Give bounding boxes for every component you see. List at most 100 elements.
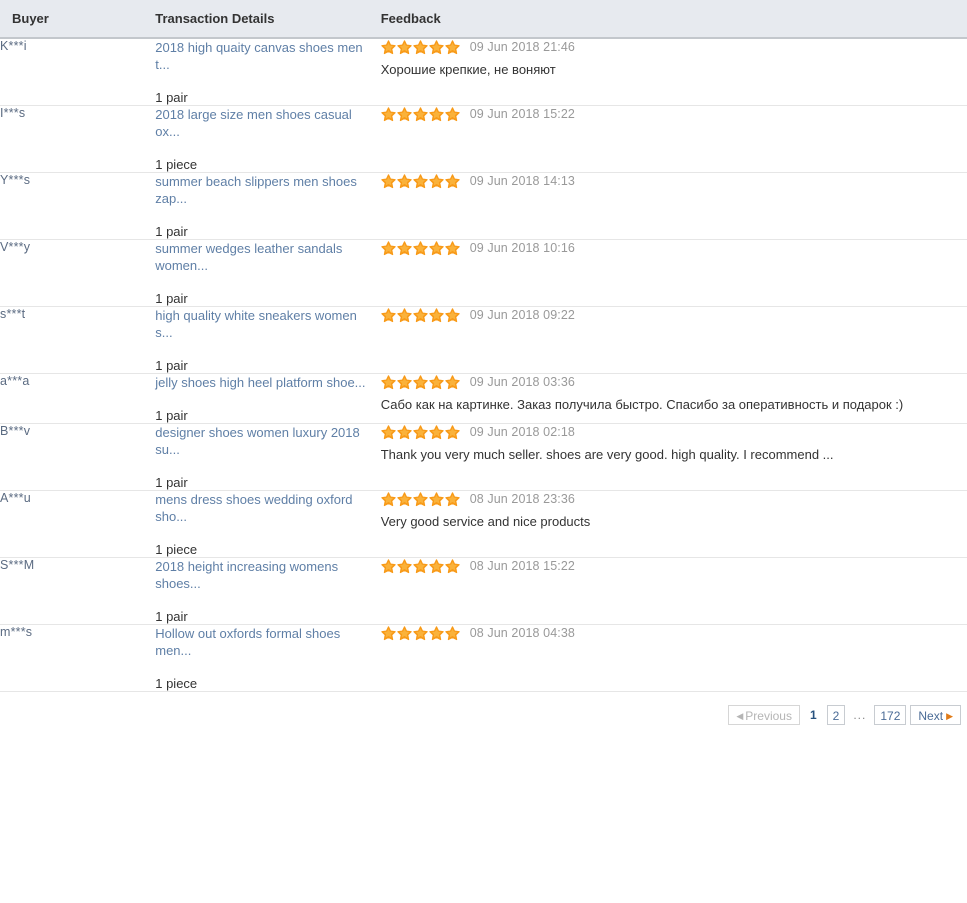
- product-link[interactable]: designer shoes women luxury 2018 su...: [155, 424, 367, 458]
- transaction-details-cell: mens dress shoes wedding oxford sho... 1 …: [155, 491, 380, 558]
- feedback-cell: 09 Jun 2018 03:36 Сабо как на картинке. З…: [381, 374, 967, 424]
- product-link[interactable]: summer wedges leather sandals women...: [155, 240, 367, 274]
- rating-stars: [381, 424, 460, 440]
- item-quantity: 1 piece: [155, 676, 198, 691]
- feedback-header: 08 Jun 2018 23:36: [381, 491, 967, 507]
- product-link[interactable]: 2018 high quaity canvas shoes men t...: [155, 39, 367, 73]
- product-link[interactable]: summer beach slippers men shoes zap...: [155, 173, 367, 207]
- feedback-cell: 09 Jun 2018 02:18 Thank you very much sel…: [381, 424, 967, 491]
- pagination-ellipsis: ...: [853, 707, 867, 722]
- pagination-page-2[interactable]: 2: [826, 704, 846, 725]
- buyer-name: s***t: [0, 307, 26, 321]
- pagination-next-button[interactable]: Next ▶: [910, 704, 961, 725]
- transaction-details-cell: designer shoes women luxury 2018 su... 1 …: [155, 424, 380, 491]
- buyer-cell: m***s: [0, 625, 155, 692]
- table-header: Buyer Transaction Details Feedback: [0, 0, 967, 39]
- star-filled-icon: [397, 240, 412, 255]
- feedback-cell: 09 Jun 2018 14:13: [381, 173, 967, 240]
- table-body: K***i 2018 high quaity canvas shoes men t…: [0, 38, 967, 692]
- buyer-name: B***v: [0, 424, 31, 438]
- feedback-header: 09 Jun 2018 02:18: [381, 424, 967, 440]
- star-filled-icon: [397, 491, 412, 506]
- star-filled-icon: [381, 307, 396, 322]
- feedback-cell: 09 Jun 2018 21:46 Хорошие крепкие, не вон…: [381, 38, 967, 106]
- pagination-previous-button[interactable]: ◀ Previous: [728, 704, 800, 725]
- transaction-details-cell: Hollow out oxfords formal shoes men... 1 …: [155, 625, 380, 692]
- column-header-buyer: Buyer: [0, 0, 156, 39]
- item-quantity: 1 piece: [155, 157, 198, 172]
- star-filled-icon: [429, 173, 444, 188]
- pagination-next-label: Next: [918, 708, 944, 723]
- star-filled-icon: [445, 39, 460, 54]
- buyer-name: A***u: [0, 491, 31, 505]
- product-link[interactable]: 2018 height increasing womens shoes...: [155, 558, 367, 592]
- star-filled-icon: [445, 240, 460, 255]
- transaction-details-cell: 2018 high quaity canvas shoes men t... 1 …: [155, 38, 380, 106]
- pagination-previous-label: Previous: [745, 708, 792, 723]
- feedback-date: 09 Jun 2018 09:22: [469, 308, 575, 322]
- buyer-name: S***M: [0, 558, 35, 572]
- feedback-date: 09 Jun 2018 03:36: [469, 375, 575, 389]
- item-quantity: 1 piece: [155, 542, 198, 557]
- star-filled-icon: [381, 374, 396, 389]
- product-link[interactable]: Hollow out oxfords formal shoes men...: [155, 625, 367, 659]
- product-link[interactable]: 2018 large size men shoes casual ox...: [155, 106, 367, 140]
- product-link[interactable]: jelly shoes high heel platform shoe...: [155, 374, 367, 391]
- star-filled-icon: [381, 173, 396, 188]
- feedback-cell: 09 Jun 2018 10:16: [381, 240, 967, 307]
- buyer-name: m***s: [0, 625, 33, 639]
- triangle-left-icon: ◀: [736, 710, 744, 721]
- feedback-date: 08 Jun 2018 15:22: [469, 559, 575, 573]
- table-row: m***s Hollow out oxfords formal shoes men…: [0, 625, 967, 692]
- feedback-date: 09 Jun 2018 02:18: [469, 425, 575, 439]
- item-quantity: 1 pair: [155, 609, 188, 624]
- star-filled-icon: [381, 106, 396, 121]
- star-filled-icon: [445, 173, 460, 188]
- feedback-table: Buyer Transaction Details Feedback K***i…: [0, 0, 967, 692]
- buyer-cell: A***u: [0, 491, 155, 558]
- buyer-cell: a***a: [0, 374, 155, 424]
- star-filled-icon: [397, 374, 412, 389]
- item-quantity: 1 pair: [155, 408, 188, 423]
- feedback-date: 09 Jun 2018 21:46: [469, 40, 575, 54]
- feedback-header: 09 Jun 2018 14:13: [381, 173, 967, 189]
- feedback-date: 09 Jun 2018 15:22: [469, 107, 575, 121]
- feedback-header: 08 Jun 2018 04:38: [381, 625, 967, 641]
- table-row: S***M 2018 height increasing womens shoes…: [0, 558, 967, 625]
- product-link[interactable]: high quality white sneakers women s...: [155, 307, 367, 341]
- product-link[interactable]: mens dress shoes wedding oxford sho...: [155, 491, 367, 525]
- star-filled-icon: [413, 558, 428, 573]
- feedback-header: 09 Jun 2018 03:36: [381, 374, 967, 390]
- rating-stars: [381, 374, 460, 390]
- transaction-details-cell: 2018 large size men shoes casual ox... 1 …: [155, 106, 380, 173]
- feedback-date: 08 Jun 2018 04:38: [469, 626, 575, 640]
- star-filled-icon: [413, 173, 428, 188]
- feedback-date: 09 Jun 2018 10:16: [469, 241, 575, 255]
- table-row: I***s 2018 large size men shoes casual ox…: [0, 106, 967, 173]
- buyer-cell: V***y: [0, 240, 155, 307]
- buyer-name: V***y: [0, 240, 31, 254]
- buyer-name: I***s: [0, 106, 26, 120]
- table-header-row: Buyer Transaction Details Feedback: [0, 0, 967, 39]
- star-filled-icon: [413, 424, 428, 439]
- star-filled-icon: [413, 491, 428, 506]
- pagination-last-page[interactable]: 172: [874, 704, 907, 725]
- star-filled-icon: [381, 558, 396, 573]
- rating-stars: [381, 240, 460, 256]
- star-filled-icon: [429, 374, 444, 389]
- star-filled-icon: [381, 625, 396, 640]
- star-filled-icon: [413, 39, 428, 54]
- star-filled-icon: [381, 424, 396, 439]
- buyer-name: Y***s: [0, 173, 31, 187]
- pagination-bar: ◀ Previous 1 2 ... 172 Next ▶: [0, 692, 967, 737]
- buyer-cell: B***v: [0, 424, 155, 491]
- buyer-cell: I***s: [0, 106, 155, 173]
- rating-stars: [381, 39, 460, 55]
- star-filled-icon: [429, 39, 444, 54]
- star-filled-icon: [413, 625, 428, 640]
- star-filled-icon: [429, 240, 444, 255]
- star-filled-icon: [413, 374, 428, 389]
- star-filled-icon: [429, 491, 444, 506]
- buyer-cell: s***t: [0, 307, 155, 374]
- triangle-right-icon: ▶: [946, 710, 953, 721]
